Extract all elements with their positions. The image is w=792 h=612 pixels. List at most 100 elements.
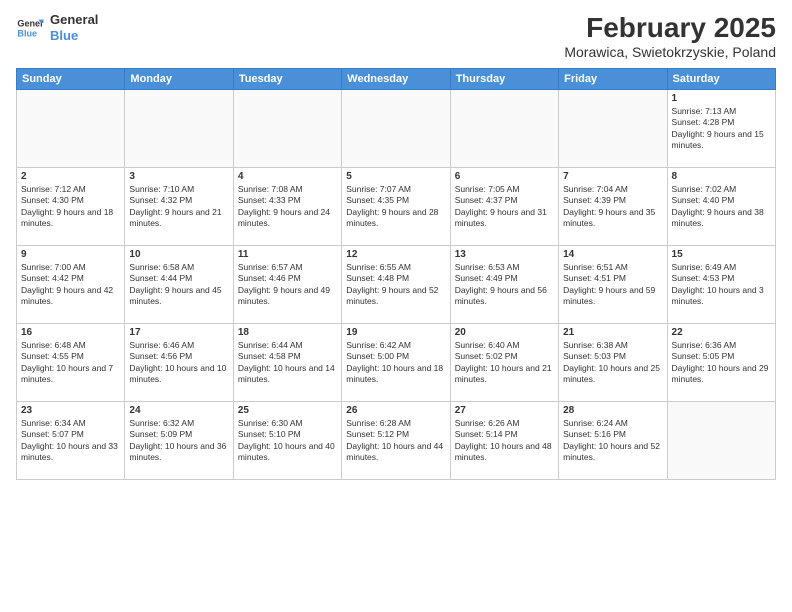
day-header-tuesday: Tuesday (233, 69, 341, 90)
day-info: Sunrise: 6:53 AM Sunset: 4:49 PM Dayligh… (455, 262, 554, 308)
day-info: Sunrise: 6:26 AM Sunset: 5:14 PM Dayligh… (455, 418, 554, 464)
day-info: Sunrise: 7:08 AM Sunset: 4:33 PM Dayligh… (238, 184, 337, 230)
day-info: Sunrise: 6:58 AM Sunset: 4:44 PM Dayligh… (129, 262, 228, 308)
calendar-cell: 8Sunrise: 7:02 AM Sunset: 4:40 PM Daylig… (667, 168, 775, 246)
day-number: 22 (672, 327, 771, 338)
calendar-cell: 1 Sunrise: 7:13 AM Sunset: 4:28 PM Daylig… (667, 90, 775, 168)
day-number: 20 (455, 327, 554, 338)
calendar-cell: 13 Sunrise: 6:53 AM Sunset: 4:49 PM Dayli… (450, 246, 558, 324)
day-info: Sunrise: 6:38 AM Sunset: 5:03 PM Dayligh… (563, 340, 662, 386)
day-info: Sunrise: 6:24 AM Sunset: 5:16 PM Dayligh… (563, 418, 662, 464)
calendar-cell: 12Sunrise: 6:55 AM Sunset: 4:48 PM Dayli… (342, 246, 450, 324)
main-title: February 2025 (564, 12, 776, 44)
logo-text-general: General (50, 12, 98, 28)
title-block: February 2025 Morawica, Swietokrzyskie, … (564, 12, 776, 60)
day-info: Sunrise: 7:13 AM Sunset: 4:28 PM Dayligh… (672, 106, 771, 152)
day-number: 8 (672, 171, 771, 182)
calendar-cell: 10 Sunrise: 6:58 AM Sunset: 4:44 PM Dayli… (125, 246, 233, 324)
calendar-week-row: 23 Sunrise: 6:34 AM Sunset: 5:07 PM Dayli… (17, 402, 776, 480)
day-info: Sunrise: 6:44 AM Sunset: 4:58 PM Dayligh… (238, 340, 337, 386)
day-header-wednesday: Wednesday (342, 69, 450, 90)
calendar-cell: 2 Sunrise: 7:12 AM Sunset: 4:30 PM Daylig… (17, 168, 125, 246)
day-info: Sunrise: 7:07 AM Sunset: 4:35 PM Dayligh… (346, 184, 445, 230)
day-number: 4 (238, 171, 337, 182)
calendar-cell: 4 Sunrise: 7:08 AM Sunset: 4:33 PM Daylig… (233, 168, 341, 246)
logo-icon: General Blue (16, 14, 44, 42)
calendar-cell (667, 402, 775, 480)
calendar-cell: 14 Sunrise: 6:51 AM Sunset: 4:51 PM Dayli… (559, 246, 667, 324)
day-header-monday: Monday (125, 69, 233, 90)
calendar-cell: 23 Sunrise: 6:34 AM Sunset: 5:07 PM Dayli… (17, 402, 125, 480)
day-number: 6 (455, 171, 554, 182)
day-number: 7 (563, 171, 662, 182)
calendar-cell (559, 90, 667, 168)
calendar-week-row: 9 Sunrise: 7:00 AM Sunset: 4:42 PM Daylig… (17, 246, 776, 324)
day-number: 21 (563, 327, 662, 338)
day-info: Sunrise: 7:05 AM Sunset: 4:37 PM Dayligh… (455, 184, 554, 230)
day-info: Sunrise: 6:34 AM Sunset: 5:07 PM Dayligh… (21, 418, 120, 464)
calendar-cell: 7 Sunrise: 7:04 AM Sunset: 4:39 PM Daylig… (559, 168, 667, 246)
day-number: 24 (129, 405, 228, 416)
day-number: 2 (21, 171, 120, 182)
day-number: 25 (238, 405, 337, 416)
day-info: Sunrise: 6:42 AM Sunset: 5:00 PM Dayligh… (346, 340, 445, 386)
page: General Blue General Blue February 2025 … (0, 0, 792, 612)
day-number: 15 (672, 249, 771, 260)
day-number: 28 (563, 405, 662, 416)
header: General Blue General Blue February 2025 … (16, 12, 776, 60)
calendar-cell (342, 90, 450, 168)
day-info: Sunrise: 7:00 AM Sunset: 4:42 PM Dayligh… (21, 262, 120, 308)
day-number: 23 (21, 405, 120, 416)
day-number: 13 (455, 249, 554, 260)
day-number: 1 (672, 93, 771, 104)
day-number: 18 (238, 327, 337, 338)
calendar-cell (233, 90, 341, 168)
calendar-week-row: 16 Sunrise: 6:48 AM Sunset: 4:55 PM Dayli… (17, 324, 776, 402)
day-info: Sunrise: 6:46 AM Sunset: 4:56 PM Dayligh… (129, 340, 228, 386)
day-number: 11 (238, 249, 337, 260)
day-number: 9 (21, 249, 120, 260)
calendar-cell: 5Sunrise: 7:07 AM Sunset: 4:35 PM Daylig… (342, 168, 450, 246)
calendar-cell: 16 Sunrise: 6:48 AM Sunset: 4:55 PM Dayli… (17, 324, 125, 402)
calendar-cell: 26Sunrise: 6:28 AM Sunset: 5:12 PM Dayli… (342, 402, 450, 480)
day-number: 14 (563, 249, 662, 260)
day-number: 17 (129, 327, 228, 338)
calendar-cell: 15Sunrise: 6:49 AM Sunset: 4:53 PM Dayli… (667, 246, 775, 324)
day-info: Sunrise: 7:12 AM Sunset: 4:30 PM Dayligh… (21, 184, 120, 230)
calendar-cell: 3 Sunrise: 7:10 AM Sunset: 4:32 PM Daylig… (125, 168, 233, 246)
day-number: 16 (21, 327, 120, 338)
calendar-cell: 11Sunrise: 6:57 AM Sunset: 4:46 PM Dayli… (233, 246, 341, 324)
day-info: Sunrise: 6:32 AM Sunset: 5:09 PM Dayligh… (129, 418, 228, 464)
calendar-cell (17, 90, 125, 168)
calendar-cell: 22Sunrise: 6:36 AM Sunset: 5:05 PM Dayli… (667, 324, 775, 402)
day-number: 27 (455, 405, 554, 416)
day-number: 10 (129, 249, 228, 260)
logo-text-blue: Blue (50, 28, 98, 44)
calendar-cell (450, 90, 558, 168)
svg-text:Blue: Blue (17, 28, 37, 38)
day-header-saturday: Saturday (667, 69, 775, 90)
calendar-cell: 27 Sunrise: 6:26 AM Sunset: 5:14 PM Dayli… (450, 402, 558, 480)
calendar-cell: 18 Sunrise: 6:44 AM Sunset: 4:58 PM Dayli… (233, 324, 341, 402)
day-number: 19 (346, 327, 445, 338)
calendar-week-row: 2 Sunrise: 7:12 AM Sunset: 4:30 PM Daylig… (17, 168, 776, 246)
subtitle: Morawica, Swietokrzyskie, Poland (564, 44, 776, 60)
day-info: Sunrise: 6:28 AM Sunset: 5:12 PM Dayligh… (346, 418, 445, 464)
day-number: 3 (129, 171, 228, 182)
calendar-cell: 19 Sunrise: 6:42 AM Sunset: 5:00 PM Dayli… (342, 324, 450, 402)
calendar-week-row: 1 Sunrise: 7:13 AM Sunset: 4:28 PM Daylig… (17, 90, 776, 168)
calendar-cell: 28 Sunrise: 6:24 AM Sunset: 5:16 PM Dayli… (559, 402, 667, 480)
day-info: Sunrise: 6:51 AM Sunset: 4:51 PM Dayligh… (563, 262, 662, 308)
day-number: 12 (346, 249, 445, 260)
day-header-thursday: Thursday (450, 69, 558, 90)
calendar-cell: 17 Sunrise: 6:46 AM Sunset: 4:56 PM Dayli… (125, 324, 233, 402)
calendar-cell: 20 Sunrise: 6:40 AM Sunset: 5:02 PM Dayli… (450, 324, 558, 402)
day-info: Sunrise: 6:40 AM Sunset: 5:02 PM Dayligh… (455, 340, 554, 386)
calendar-cell (125, 90, 233, 168)
day-info: Sunrise: 7:10 AM Sunset: 4:32 PM Dayligh… (129, 184, 228, 230)
day-info: Sunrise: 7:04 AM Sunset: 4:39 PM Dayligh… (563, 184, 662, 230)
calendar-table: SundayMondayTuesdayWednesdayThursdayFrid… (16, 68, 776, 480)
calendar-cell: 9 Sunrise: 7:00 AM Sunset: 4:42 PM Daylig… (17, 246, 125, 324)
day-info: Sunrise: 6:48 AM Sunset: 4:55 PM Dayligh… (21, 340, 120, 386)
calendar-header-row: SundayMondayTuesdayWednesdayThursdayFrid… (17, 69, 776, 90)
